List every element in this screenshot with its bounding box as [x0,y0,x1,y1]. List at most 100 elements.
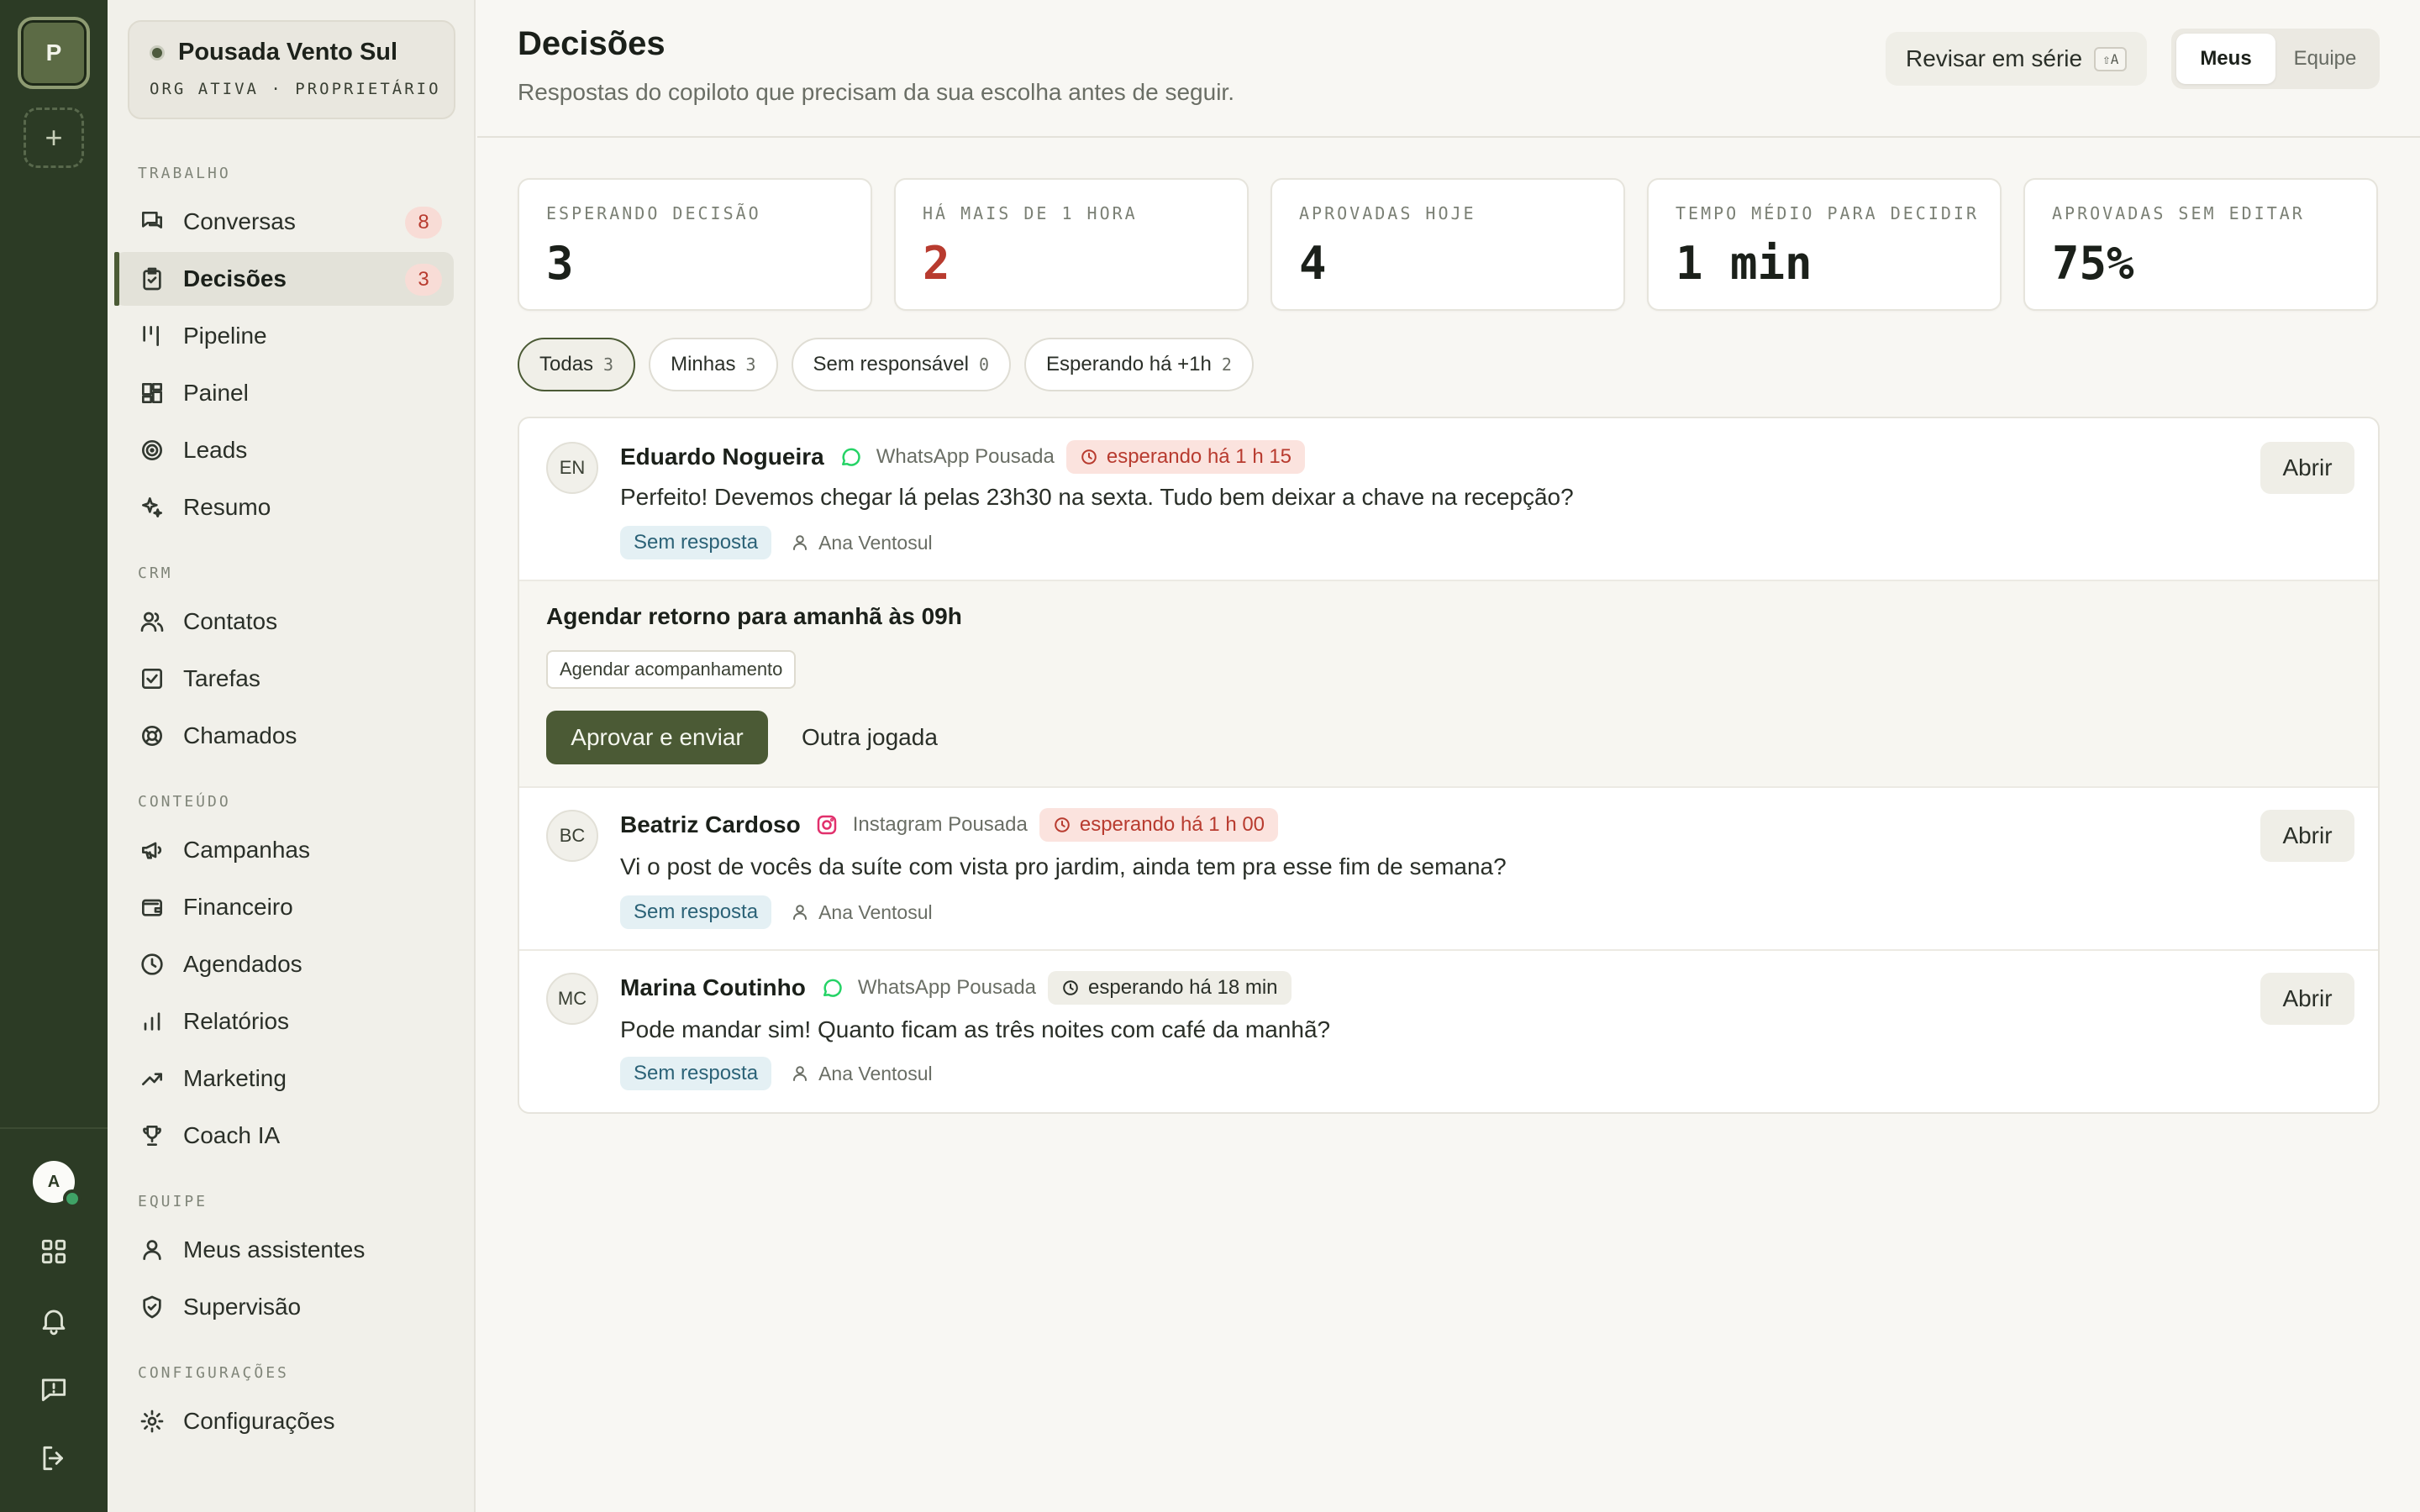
clock-icon [1063,980,1078,995]
contact-name: Beatriz Cardoso [620,811,801,837]
waiting-time-text: esperando há 1 h 00 [1079,813,1265,836]
sidebar-item-campanhas[interactable]: Campanhas [114,823,454,877]
user-icon [138,1236,166,1264]
waiting-time-text: esperando há 18 min [1088,976,1278,999]
approve-and-send-button[interactable]: Aprovar e enviar [546,711,768,764]
stat-card: APROVADAS SEM EDITAR 75% [2023,178,2378,311]
page-header: Decisões Respostas do copiloto que preci… [477,0,2420,138]
filter-chip-esperando[interactable]: Esperando há +1h 2 [1024,338,1254,391]
sidebar-item-contatos[interactable]: Contatos [114,595,454,648]
sidebar-item-resumo[interactable]: Resumo [114,480,454,534]
sidebar-item-financeiro[interactable]: Financeiro [114,880,454,934]
open-button[interactable]: Abrir [2260,810,2354,862]
sidebar-item-leads[interactable]: Leads [114,423,454,477]
status-badge: Sem resposta [620,526,772,559]
scope-team-button[interactable]: Equipe [2275,34,2375,84]
assignee-name: Ana Ventosul [818,900,933,923]
channel-label: WhatsApp Pousada [857,976,1037,999]
copilot-suggestion: Agendar retorno para amanhã às 09h Agend… [519,581,2378,788]
whatsapp-icon [818,974,846,1002]
filter-label: Sem responsável [813,353,969,375]
suggestion-title: Agendar retorno para amanhã às 09h [546,603,962,629]
status-badge: Sem resposta [620,895,772,929]
scope-toggle: Meus Equipe [2171,29,2380,89]
section-equipe: EQUIPE [138,1193,208,1210]
filter-chip-minhas[interactable]: Minhas 3 [649,338,778,391]
whatsapp-icon [836,443,865,471]
assignee: Ana Ventosul [790,1063,933,1085]
sidebar-item-label: Financeiro [183,894,293,920]
decision-item[interactable]: BC Beatriz Cardoso Instagram Pousada esp… [519,788,2378,951]
logout-icon[interactable] [34,1438,74,1478]
user-icon [793,535,808,550]
sidebar-item-painel[interactable]: Painel [114,366,454,420]
batch-review-label: Revisar em série [1906,45,2083,71]
filter-chips: Todas 3 Minhas 3 Sem responsável 0 Esper… [518,338,1254,391]
sidebar-item-conversas[interactable]: Conversas 8 [114,195,454,249]
stat-card: TEMPO MÉDIO PARA DECIDIR 1 min [1647,178,2002,311]
sidebar-item-pipeline[interactable]: Pipeline [114,309,454,363]
bell-icon[interactable] [34,1300,74,1341]
sidebar-item-decisoes[interactable]: Decisões 3 [114,252,454,306]
user-avatar-initial: A [47,1172,60,1191]
waiting-time-badge: esperando há 1 h 00 [1039,808,1279,842]
sidebar-item-label: Pipeline [183,323,267,349]
stat-card: ESPERANDO DECISÃO 3 [518,178,872,311]
instagram-icon [813,811,841,839]
sidebar-item-label: Conversas [183,208,296,234]
apps-grid-icon[interactable] [34,1231,74,1272]
shield-icon [138,1293,166,1321]
scope-mine-button[interactable]: Meus [2176,34,2275,84]
section-conteudo: CONTEÚDO [138,793,231,811]
assignee: Ana Ventosul [790,532,933,554]
sidebar: Pousada Vento Sul ORG ATIVA · PROPRIETÁR… [108,0,476,1512]
waiting-time-badge: esperando há 1 h 15 [1065,440,1306,474]
sidebar-item-chamados[interactable]: Chamados [114,709,454,763]
sidebar-item-coach[interactable]: Coach IA [114,1109,454,1163]
sidebar-item-label: Leads [183,437,248,463]
decision-item[interactable]: EN Eduardo Nogueira WhatsApp Pousada esp… [519,418,2378,581]
channel-label: Instagram Pousada [852,813,1028,836]
stat-label: TEMPO MÉDIO PARA DECIDIR [1676,203,1979,223]
sidebar-item-configuracoes[interactable]: Configurações [114,1394,454,1448]
org-card[interactable]: Pousada Vento Sul ORG ATIVA · PROPRIETÁR… [128,20,455,119]
section-trabalho: TRABALHO [138,165,231,182]
org-role: ORG ATIVA · PROPRIETÁRIO [150,80,441,98]
stat-value: 2 [923,237,950,290]
page-title: Decisões [518,25,666,62]
status-badge: Sem resposta [620,1057,772,1090]
sidebar-item-agendados[interactable]: Agendados [114,937,454,991]
sidebar-item-relatorios[interactable]: Relatórios [114,995,454,1048]
org-switcher-avatar[interactable]: P [18,17,90,89]
user-avatar[interactable]: A [33,1161,82,1208]
sidebar-item-label: Painel [183,380,249,406]
add-org-button[interactable]: + [24,108,84,168]
sidebar-item-label: Campanhas [183,837,310,863]
filter-chip-sem-responsavel[interactable]: Sem responsável 0 [791,338,1011,391]
stat-card: HÁ MAIS DE 1 HORA 2 [894,178,1249,311]
users-icon [138,607,166,636]
target-icon [138,436,166,465]
stat-label: HÁ MAIS DE 1 HORA [923,203,1138,223]
filter-count: 3 [603,354,614,375]
alternative-button[interactable]: Outra jogada [788,711,951,764]
feedback-icon[interactable] [34,1369,74,1410]
decision-item[interactable]: MC Marina Coutinho WhatsApp Pousada espe… [519,951,2378,1112]
open-button[interactable]: Abrir [2260,442,2354,494]
decision-list: EN Eduardo Nogueira WhatsApp Pousada esp… [518,417,2380,1114]
sidebar-item-assistentes[interactable]: Meus assistentes [114,1223,454,1277]
section-crm: CRM [138,564,173,582]
sidebar-item-label: Chamados [183,722,297,748]
filter-chip-todas[interactable]: Todas 3 [518,338,636,391]
sidebar-item-supervisao[interactable]: Supervisão [114,1280,454,1334]
unread-badge: 8 [405,207,442,239]
batch-review-button[interactable]: Revisar em série ⇧A [1886,32,2148,86]
filter-label: Esperando há +1h [1046,353,1212,375]
sidebar-item-marketing[interactable]: Marketing [114,1052,454,1105]
sidebar-item-tarefas[interactable]: Tarefas [114,652,454,706]
open-button[interactable]: Abrir [2260,973,2354,1025]
wallet-icon [138,893,166,921]
sidebar-item-label: Meus assistentes [183,1236,366,1263]
filter-count: 3 [745,354,756,375]
filter-count: 0 [978,354,989,375]
